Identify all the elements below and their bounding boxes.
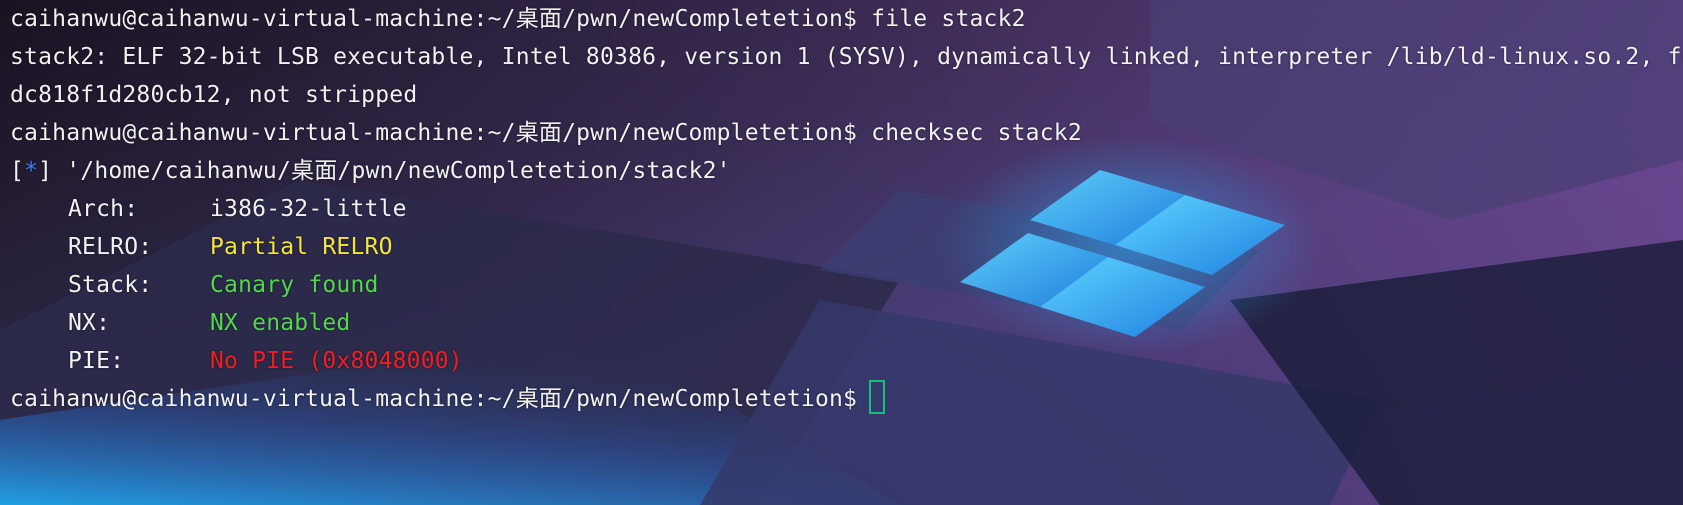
stack-label: Stack: xyxy=(68,272,153,298)
binary-path: '/home/caihanwu/桌面/pwn/newCompletetion/s… xyxy=(66,158,731,184)
shell-prompt: caihanwu@caihanwu-virtual-machine:~/桌面/p… xyxy=(10,386,858,412)
nx-value: NX enabled xyxy=(210,310,351,336)
bracket-open: [ xyxy=(10,158,25,184)
checksec-relro-row: RELRO: Partial RELRO xyxy=(10,228,1683,266)
command-line-file: caihanwu@caihanwu-virtual-machine:~/桌面/p… xyxy=(10,0,1683,38)
command-line-checksec: caihanwu@caihanwu-virtual-machine:~/桌面/p… xyxy=(10,114,1683,152)
shell-prompt: caihanwu@caihanwu-virtual-machine:~/桌面/p… xyxy=(10,120,858,146)
arch-value: i386-32-little xyxy=(210,196,407,222)
active-prompt-line[interactable]: caihanwu@caihanwu-virtual-machine:~/桌面/p… xyxy=(10,380,1683,418)
pie-value: No PIE (0x8048000) xyxy=(210,348,463,374)
arch-label: Arch: xyxy=(68,196,139,222)
relro-label: RELRO: xyxy=(68,234,153,260)
relro-value: Partial RELRO xyxy=(210,234,393,260)
checksec-info-line: [*] '/home/caihanwu/桌面/pwn/newCompleteti… xyxy=(10,152,1683,190)
checksec-arch-row: Arch: i386-32-little xyxy=(10,190,1683,228)
terminal-window[interactable]: caihanwu@caihanwu-virtual-machine:~/桌面/p… xyxy=(10,0,1683,505)
command-text: file stack2 xyxy=(871,6,1026,32)
stack-value: Canary found xyxy=(210,272,379,298)
bracket-close: ] xyxy=(38,158,53,184)
command-text: checksec stack2 xyxy=(871,120,1082,146)
file-output-line: stack2: ELF 32-bit LSB executable, Intel… xyxy=(10,38,1683,76)
pie-label: PIE: xyxy=(68,348,125,374)
checksec-stack-row: Stack: Canary found xyxy=(10,266,1683,304)
info-star-icon: * xyxy=(24,158,39,184)
shell-prompt: caihanwu@caihanwu-virtual-machine:~/桌面/p… xyxy=(10,6,858,32)
checksec-nx-row: NX: NX enabled xyxy=(10,304,1683,342)
output-text: stack2: ELF 32-bit LSB executable, Intel… xyxy=(10,44,1683,70)
checksec-pie-row: PIE: No PIE (0x8048000) xyxy=(10,342,1683,380)
block-cursor-icon[interactable] xyxy=(869,380,886,414)
file-output-line-continued: dc818f1d280cb12, not stripped xyxy=(10,76,1683,114)
output-text: dc818f1d280cb12, not stripped xyxy=(10,82,418,108)
nx-label: NX: xyxy=(68,310,111,336)
